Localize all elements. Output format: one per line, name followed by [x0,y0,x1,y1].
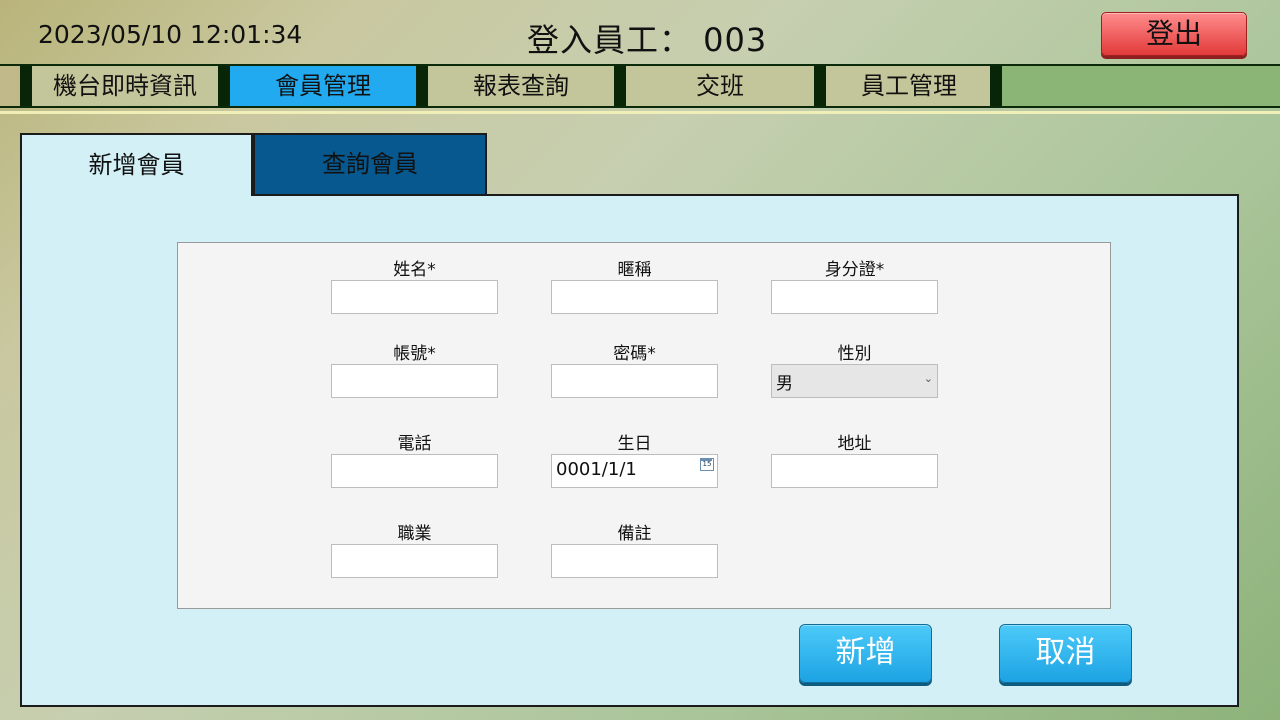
nav-separator [218,66,230,106]
nav-separator [20,66,32,106]
calendar-icon[interactable]: 15 [700,458,714,471]
account-label: 帳號* [393,344,436,364]
tab-query-member[interactable]: 查詢會員 [253,133,487,196]
member-form: 姓名* 暱稱 身分證* 帳號* 密碼* 性別 男 ⌄ 電話 生日 0001/1/… [177,242,1111,609]
nav-item-employee-management[interactable]: 員工管理 [826,66,992,106]
nav-item-member-management[interactable]: 會員管理 [230,66,416,106]
birthday-value: 0001/1/1 [556,459,637,480]
address-label: 地址 [837,434,872,454]
phone-input[interactable] [331,454,498,488]
phone-label: 電話 [397,434,432,454]
account-input[interactable] [331,364,498,398]
name-label: 姓名* [393,260,436,280]
datetime-display: 2023/05/10 12:01:34 [38,20,303,49]
main-nav-bar: 機台即時資訊 會員管理 報表查詢 交班 員工管理 [0,64,1280,108]
note-label: 備註 [617,524,652,544]
nav-item-reports[interactable]: 報表查詢 [428,66,614,106]
nav-separator [814,66,826,106]
nav-item-machine-info[interactable]: 機台即時資訊 [32,66,218,106]
gender-label: 性別 [837,344,872,364]
note-input[interactable] [551,544,718,578]
add-button[interactable]: 新增 [799,624,932,683]
address-input[interactable] [771,454,938,488]
logout-button[interactable]: 登出 [1101,12,1247,56]
gender-select[interactable]: 男 ⌄ [771,364,938,398]
header-divider [0,111,1280,114]
tab-add-member[interactable]: 新增會員 [20,133,253,196]
nickname-label: 暱稱 [617,260,652,280]
id-number-label: 身分證* [824,260,885,280]
cancel-button[interactable]: 取消 [999,624,1132,683]
occupation-label: 職業 [397,524,432,544]
nav-separator [990,66,1002,106]
password-input[interactable] [551,364,718,398]
birthday-label: 生日 [617,434,652,454]
logged-in-employee: 登入員工： 003 [527,21,768,59]
gender-value: 男 [776,374,793,394]
name-input[interactable] [331,280,498,314]
id-number-input[interactable] [771,280,938,314]
nickname-input[interactable] [551,280,718,314]
nav-filler [1002,66,1280,106]
occupation-input[interactable] [331,544,498,578]
chevron-down-icon: ⌄ [923,372,933,385]
nav-separator [614,66,626,106]
nav-separator [416,66,428,106]
nav-item-shift-change[interactable]: 交班 [626,66,814,106]
birthday-date-picker[interactable]: 0001/1/1 15 [551,454,718,488]
password-label: 密碼* [613,344,656,364]
nav-strip [0,66,20,106]
